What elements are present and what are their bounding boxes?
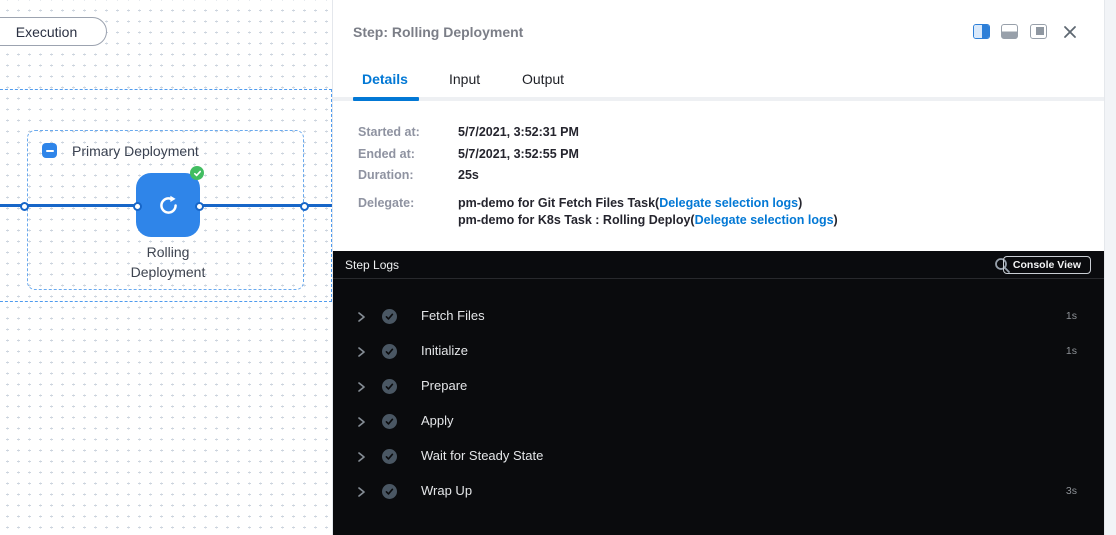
stage-collapse-button[interactable] xyxy=(42,143,57,158)
log-step-wrap-up[interactable]: Wrap Up 3s xyxy=(333,474,1105,509)
console-view-button[interactable]: Console View xyxy=(1003,256,1091,274)
delegate-selection-logs-link-2[interactable]: Delegate selection logs xyxy=(695,213,834,227)
step-logs-header: Step Logs Console View xyxy=(333,251,1105,279)
check-circle-icon xyxy=(382,414,397,429)
execution-breadcrumb-label: Execution xyxy=(16,24,77,40)
chevron-right-icon[interactable] xyxy=(357,416,366,428)
log-step-label: Apply xyxy=(421,413,454,428)
tab-details[interactable]: Details xyxy=(362,71,408,87)
log-step-duration: 3s xyxy=(1066,485,1077,497)
rollback-refresh-icon xyxy=(156,193,181,218)
started-at-label: Started at: xyxy=(358,125,420,139)
tab-input[interactable]: Input xyxy=(449,71,480,87)
success-badge-icon xyxy=(190,166,204,180)
log-step-fetch-files[interactable]: Fetch Files 1s xyxy=(333,299,1105,334)
delegate-line-2: pm-demo for K8s Task : Rolling Deploy(De… xyxy=(458,213,838,227)
chevron-right-icon[interactable] xyxy=(357,381,366,393)
log-step-apply[interactable]: Apply xyxy=(333,404,1105,439)
active-tab-underline xyxy=(353,97,419,101)
connector-port-stage-out xyxy=(300,202,309,211)
pipeline-canvas[interactable]: Execution Primary Deployment Rolling Dep… xyxy=(0,0,332,535)
rolling-deployment-node[interactable] xyxy=(136,173,200,237)
split-vertical-layout-icon[interactable] xyxy=(973,24,990,39)
log-step-label: Fetch Files xyxy=(421,308,485,323)
ended-at-value: 5/7/2021, 3:52:55 PM xyxy=(458,147,579,161)
delegate-selection-logs-link-1[interactable]: Delegate selection logs xyxy=(659,196,798,210)
log-step-label: Wait for Steady State xyxy=(421,448,543,463)
execution-screen: Execution Primary Deployment Rolling Dep… xyxy=(0,0,1116,535)
connector-port-stage-in xyxy=(20,202,29,211)
tab-output[interactable]: Output xyxy=(522,71,564,87)
started-at-value: 5/7/2021, 3:52:31 PM xyxy=(458,125,579,139)
check-circle-icon xyxy=(382,449,397,464)
log-step-wait-for-steady-state[interactable]: Wait for Steady State xyxy=(333,439,1105,474)
chevron-right-icon[interactable] xyxy=(357,451,366,463)
log-step-label: Prepare xyxy=(421,378,467,393)
log-step-label: Initialize xyxy=(421,343,468,358)
chevron-right-icon[interactable] xyxy=(357,311,366,323)
node-label-line1: Rolling xyxy=(96,244,240,260)
log-step-initialize[interactable]: Initialize 1s xyxy=(333,334,1105,369)
check-circle-icon xyxy=(382,344,397,359)
connector-port-node-in xyxy=(133,202,142,211)
check-circle-icon xyxy=(382,379,397,394)
tab-track xyxy=(333,97,1104,101)
minus-icon xyxy=(46,150,54,152)
check-circle-icon xyxy=(382,309,397,324)
execution-breadcrumb-pill[interactable]: Execution xyxy=(0,17,107,46)
panel-title: Step: Rolling Deployment xyxy=(353,24,523,40)
log-step-prepare[interactable]: Prepare xyxy=(333,369,1105,404)
delegate-line-1: pm-demo for Git Fetch Files Task(Delegat… xyxy=(458,196,802,210)
stage-label: Primary Deployment xyxy=(72,143,199,159)
step-details-panel: Step: Rolling Deployment Details Input O… xyxy=(332,0,1104,535)
duration-label: Duration: xyxy=(358,168,414,182)
close-icon[interactable] xyxy=(1063,25,1077,39)
log-step-duration: 1s xyxy=(1066,345,1077,357)
ended-at-label: Ended at: xyxy=(358,147,415,161)
connector-port-node-out xyxy=(195,202,204,211)
log-step-label: Wrap Up xyxy=(421,483,472,498)
node-label-line2: Deployment xyxy=(96,264,240,280)
chevron-right-icon[interactable] xyxy=(357,346,366,358)
floating-layout-icon[interactable] xyxy=(1030,24,1047,39)
duration-value: 25s xyxy=(458,168,479,182)
check-circle-icon xyxy=(382,484,397,499)
chevron-right-icon[interactable] xyxy=(357,486,366,498)
step-logs-title: Step Logs xyxy=(345,251,399,279)
log-step-duration: 1s xyxy=(1066,310,1077,322)
scrollbar-track[interactable] xyxy=(1104,0,1116,535)
delegate-label: Delegate: xyxy=(358,196,414,210)
step-logs-console: Step Logs Console View Fetch Files 1s In… xyxy=(333,251,1105,535)
split-horizontal-layout-icon[interactable] xyxy=(1001,24,1018,39)
